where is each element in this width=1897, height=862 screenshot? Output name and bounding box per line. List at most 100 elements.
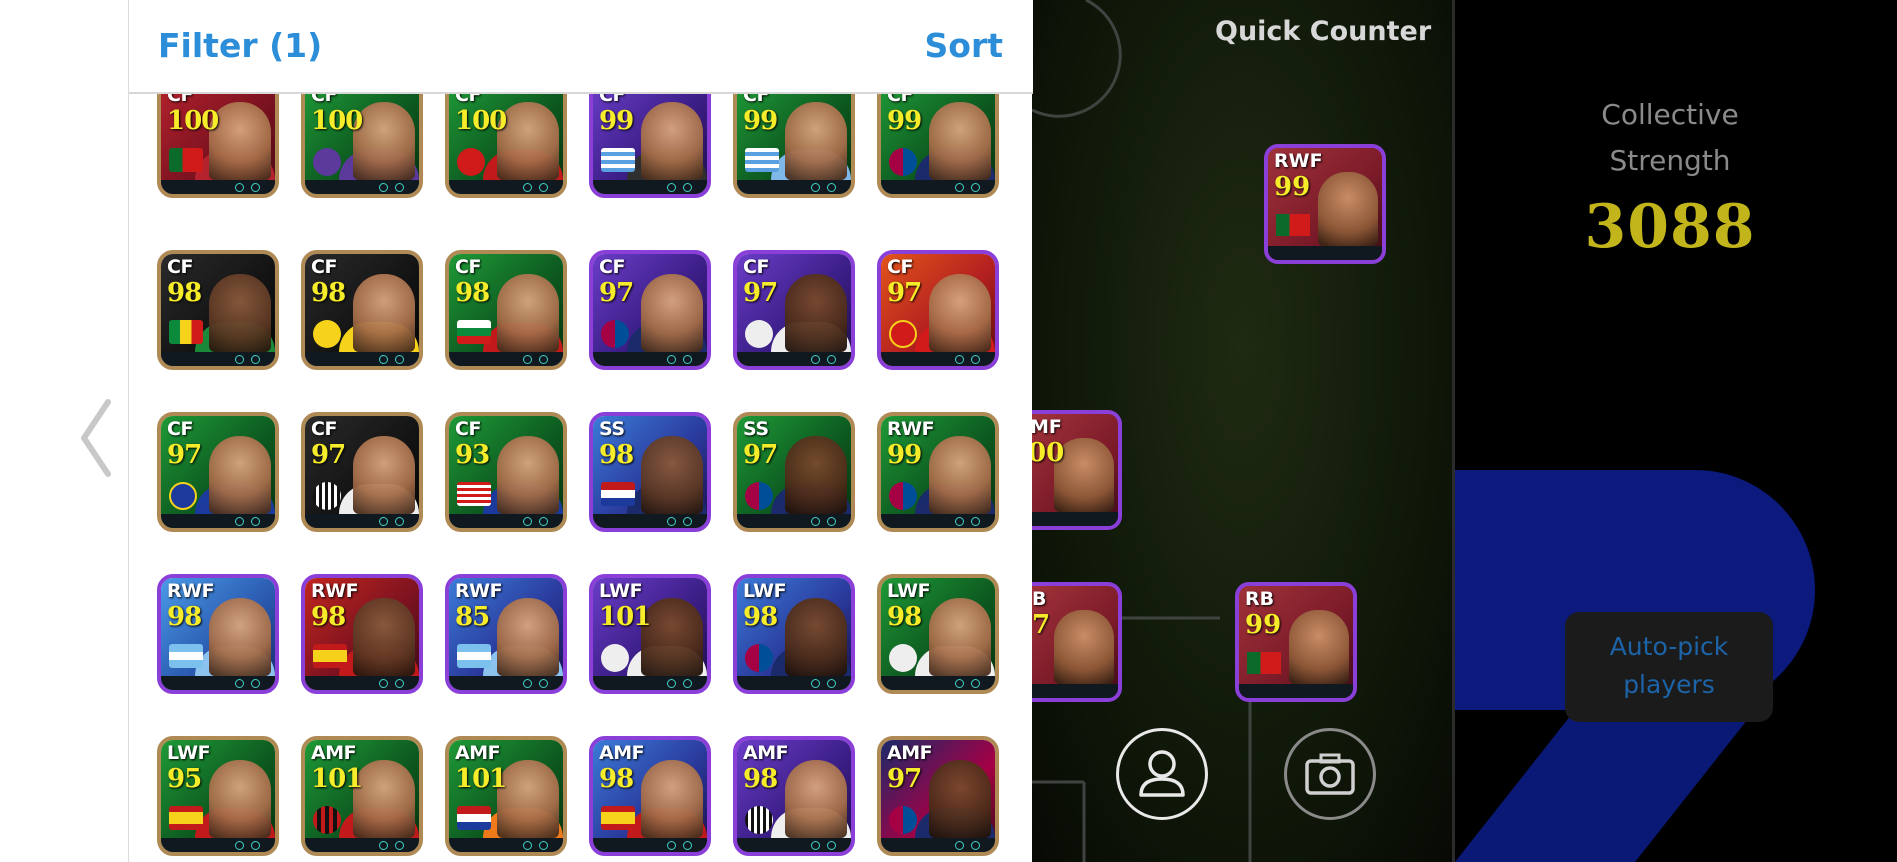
card-position: LWF xyxy=(599,580,643,602)
field-player-card[interactable]: MF 00 xyxy=(1032,410,1122,530)
player-card[interactable]: CF 93 xyxy=(445,412,567,532)
card-rating: 100 xyxy=(167,106,219,136)
card-rating: 97 xyxy=(887,278,922,308)
card-position: RWF xyxy=(167,580,215,602)
card-position: CF xyxy=(599,256,625,278)
card-rating: 99 xyxy=(887,106,922,136)
card-rating: 101 xyxy=(455,764,507,794)
player-card[interactable]: CF 100 xyxy=(301,92,423,198)
player-card[interactable]: CF 100 xyxy=(445,92,567,198)
card-position: LWF xyxy=(743,580,787,602)
screenshot-button[interactable] xyxy=(1284,728,1376,820)
card-rating: 97 xyxy=(743,278,778,308)
club-badge-icon xyxy=(313,320,341,348)
card-position: CF xyxy=(599,92,625,106)
collective-strength-label: Collective Strength xyxy=(1560,92,1780,184)
club-badge-icon xyxy=(457,148,485,176)
player-card[interactable]: CF 97 xyxy=(301,412,423,532)
flag-icon xyxy=(457,320,491,344)
club-badge-icon xyxy=(889,806,917,834)
field-player-card[interactable]: RB 99 xyxy=(1235,582,1357,702)
card-position: B xyxy=(1032,588,1047,610)
card-rating: 98 xyxy=(599,440,634,470)
card-rating: 98 xyxy=(167,602,202,632)
card-rating: 95 xyxy=(167,764,202,794)
player-card[interactable]: AMF 98 xyxy=(733,736,855,856)
player-card[interactable]: LWF 101 xyxy=(589,574,711,694)
player-card[interactable]: AMF 101 xyxy=(445,736,567,856)
filter-button[interactable]: Filter (1) xyxy=(158,26,322,65)
card-rating: 101 xyxy=(599,602,651,632)
card-position: CF xyxy=(887,92,913,106)
club-badge-icon xyxy=(745,320,773,348)
card-rating: 98 xyxy=(311,602,346,632)
player-card[interactable]: RWF 98 xyxy=(301,574,423,694)
player-card[interactable]: SS 98 xyxy=(589,412,711,532)
club-badge-icon xyxy=(889,482,917,510)
card-position: RWF xyxy=(887,418,935,440)
card-position: CF xyxy=(311,92,337,106)
card-rating: 00 xyxy=(1032,438,1065,468)
card-position: SS xyxy=(599,418,625,440)
card-rating: 100 xyxy=(455,106,507,136)
club-badge-icon xyxy=(601,644,629,672)
card-rating: 98 xyxy=(311,278,346,308)
card-position: CF xyxy=(455,418,481,440)
player-card[interactable]: RWF 98 xyxy=(157,574,279,694)
card-rating: 97 xyxy=(167,440,202,470)
player-card[interactable]: LWF 98 xyxy=(733,574,855,694)
card-position: CF xyxy=(311,418,337,440)
player-card[interactable]: AMF 97 xyxy=(877,736,999,856)
player-card[interactable]: CF 100 xyxy=(157,92,279,198)
sort-button[interactable]: Sort xyxy=(925,26,1004,65)
card-position: CF xyxy=(887,256,913,278)
player-card[interactable]: CF 99 xyxy=(877,92,999,198)
player-card[interactable]: CF 97 xyxy=(733,250,855,370)
card-position: CF xyxy=(167,256,193,278)
card-position: AMF xyxy=(455,742,501,764)
club-badge-icon xyxy=(889,644,917,672)
card-position: LWF xyxy=(167,742,211,764)
player-card[interactable]: CF 98 xyxy=(157,250,279,370)
flag-icon xyxy=(457,806,491,830)
player-card[interactable]: RWF 85 xyxy=(445,574,567,694)
club-badge-icon xyxy=(745,644,773,672)
club-badge-icon xyxy=(313,148,341,176)
flag-icon xyxy=(169,644,203,668)
club-badge-icon xyxy=(601,320,629,348)
card-rating: 98 xyxy=(887,602,922,632)
card-position: CF xyxy=(455,92,481,106)
card-position: CF xyxy=(743,92,769,106)
squad-screen: Filter (1) Sort CF 100 CF 100 CF 100 CF … xyxy=(0,0,1897,862)
player-card[interactable]: CF 99 xyxy=(589,92,711,198)
player-card[interactable]: CF 97 xyxy=(157,412,279,532)
player-card[interactable]: AMF 98 xyxy=(589,736,711,856)
player-card[interactable]: CF 97 xyxy=(877,250,999,370)
player-profile-button[interactable] xyxy=(1116,728,1208,820)
player-card[interactable]: SS 97 xyxy=(733,412,855,532)
player-card[interactable]: RWF 99 xyxy=(877,412,999,532)
flag-icon xyxy=(169,806,203,830)
player-card[interactable]: CF 98 xyxy=(301,250,423,370)
back-chevron-icon[interactable] xyxy=(78,398,118,478)
card-rating: 99 xyxy=(743,106,778,136)
card-position: CF xyxy=(455,256,481,278)
field-player-card[interactable]: B 7 xyxy=(1032,582,1122,702)
autopick-button[interactable]: Auto-pick players xyxy=(1565,612,1773,722)
flag-icon xyxy=(169,148,203,172)
player-card[interactable]: LWF 98 xyxy=(877,574,999,694)
card-position: LWF xyxy=(887,580,931,602)
player-card[interactable]: CF 99 xyxy=(733,92,855,198)
card-rating: 99 xyxy=(599,106,634,136)
collective-strength-value: 3088 xyxy=(1584,192,1756,262)
player-card[interactable]: CF 98 xyxy=(445,250,567,370)
card-position: CF xyxy=(743,256,769,278)
field-player-card[interactable]: RWF 99 xyxy=(1264,144,1386,264)
club-badge-icon xyxy=(313,806,341,834)
club-badge-icon xyxy=(889,320,917,348)
card-position: RWF xyxy=(311,580,359,602)
player-card[interactable]: LWF 95 xyxy=(157,736,279,856)
player-card[interactable]: CF 97 xyxy=(589,250,711,370)
card-rating: 98 xyxy=(167,278,202,308)
player-card[interactable]: AMF 101 xyxy=(301,736,423,856)
